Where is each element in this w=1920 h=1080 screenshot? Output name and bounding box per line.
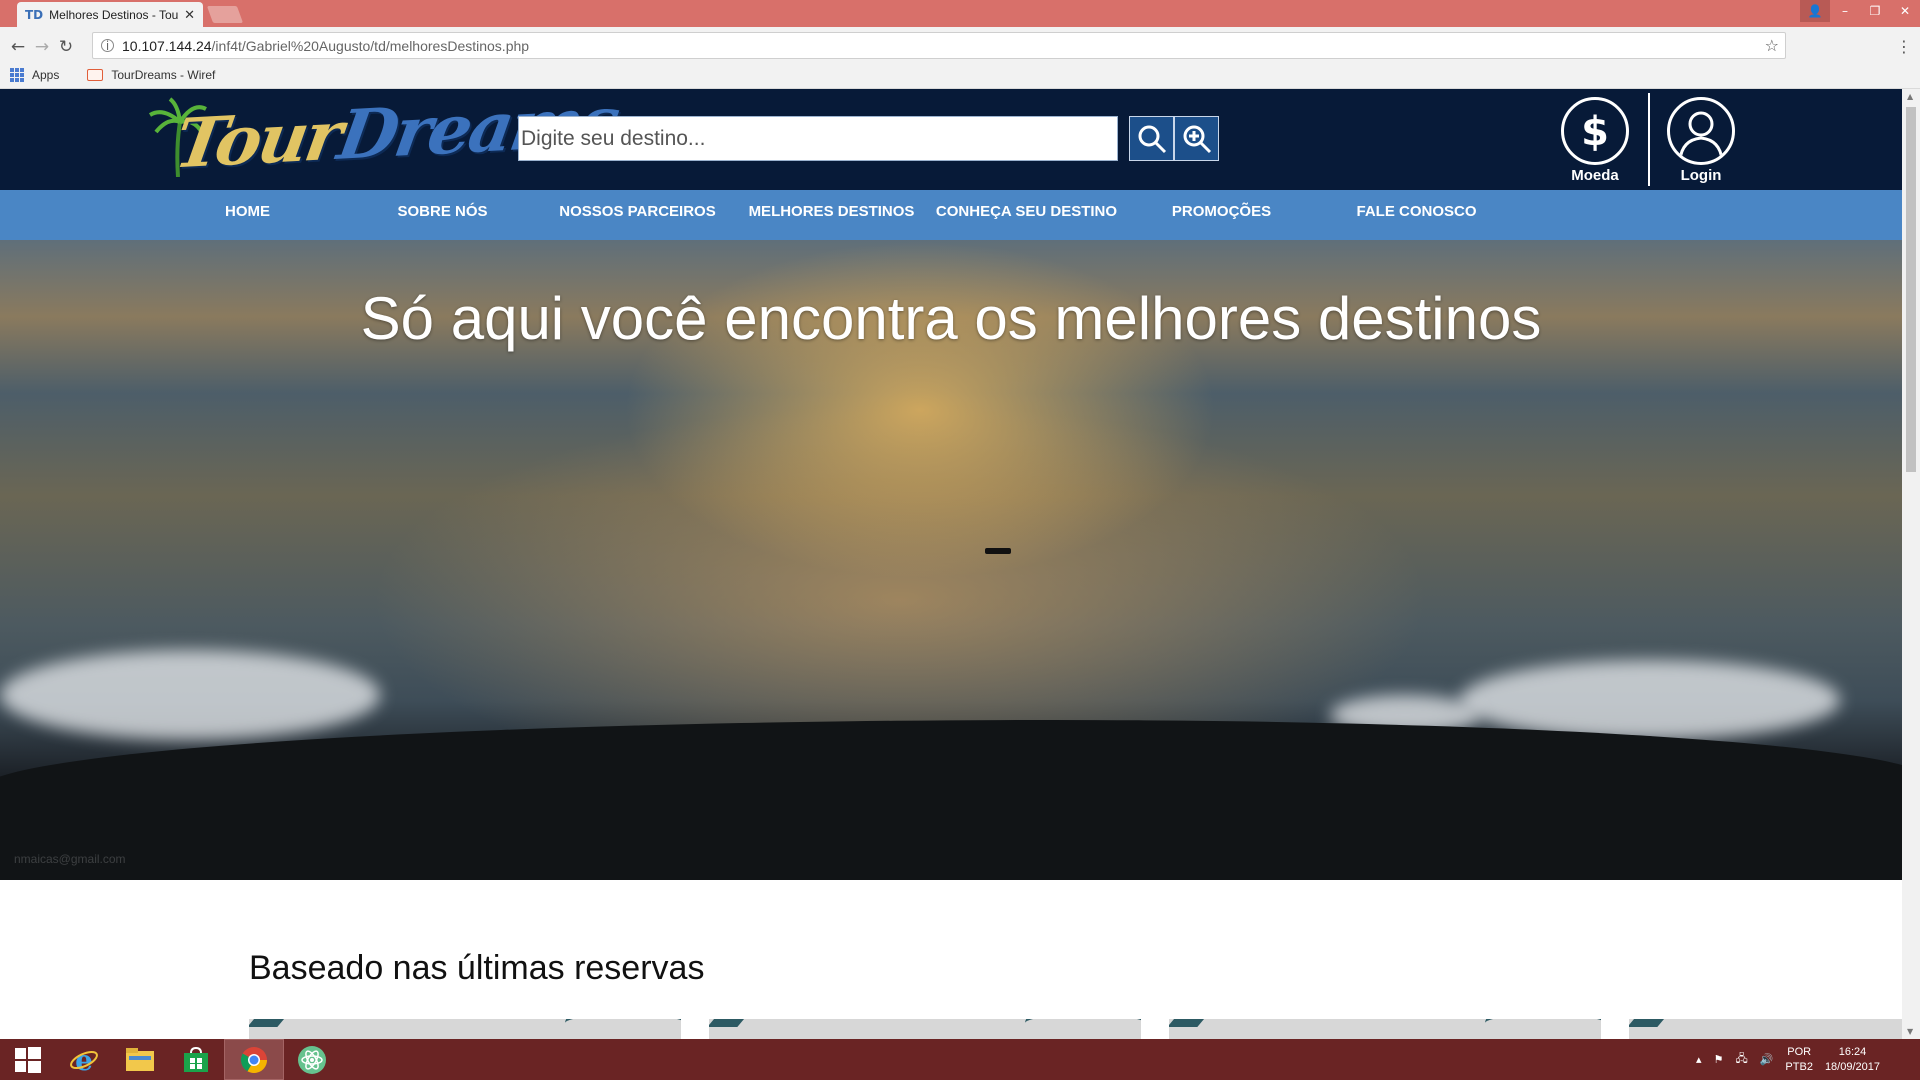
language-code: POR [1787,1045,1812,1058]
site-header: TourDreams Digite seu destino... $ Moeda [0,89,1902,190]
currency-button[interactable]: $ Moeda [1559,97,1631,184]
address-bar[interactable]: i 10.107.144.24 /inf4t/Gabriel%20Augusto… [92,32,1786,59]
destination-search-input[interactable]: Digite seu destino... [518,116,1118,161]
minimize-icon[interactable]: – [1830,0,1860,22]
language-indicator[interactable]: POR PTB2 [1785,1045,1813,1075]
boat-silhouette [985,548,1011,554]
search-button[interactable] [1129,116,1174,161]
browser-tab[interactable]: TD Melhores Destinos - Tou ✕ [17,2,203,27]
tourdreams-favicon-icon: TD [25,7,44,22]
bookmark-star-icon[interactable]: ☆ [1765,36,1779,55]
login-label: Login [1680,167,1722,184]
apps-grid-icon [10,68,24,82]
destination-card[interactable] [1169,1019,1601,1039]
reload-icon[interactable]: ↻ [54,37,78,57]
windows-start-icon[interactable] [0,1039,56,1080]
nav-sobre-nos[interactable]: SOBRE NÓS [345,190,540,240]
zoom-in-icon [1183,125,1211,153]
destination-card[interactable] [709,1019,1141,1039]
scroll-up-icon[interactable]: ▲ [1907,92,1913,101]
bookmarks-bar: Apps TourDreams - Wiref [0,62,1920,89]
chrome-icon[interactable] [224,1039,284,1080]
clock-time: 16:24 [1838,1045,1867,1058]
tab-title: Melhores Destinos - Tou [49,7,179,22]
internet-explorer-icon[interactable]: e [56,1039,112,1080]
bookmark-label: TourDreams - Wiref [111,68,216,82]
currency-label: Moeda [1571,167,1619,184]
section-title: Baseado nas últimas reservas [249,949,705,987]
destination-card[interactable] [249,1019,681,1039]
tourdreams-logo[interactable]: TourDreams [148,89,622,185]
login-button[interactable]: Login [1665,97,1737,184]
atom-icon[interactable] [284,1039,340,1080]
page-scrollbar[interactable]: ▲ ▼ [1902,89,1920,1039]
hero-title: Só aqui você encontra os melhores destin… [360,285,1542,352]
bookmark-apps[interactable]: Apps [10,68,59,82]
hero-cloud [0,650,380,740]
nav-nossos-parceiros[interactable]: NOSSOS PARCEIROS [540,190,735,240]
bookmark-label: Apps [32,68,60,82]
back-arrow-icon[interactable]: ← [6,37,30,57]
url-host: 10.107.144.24 [122,37,212,54]
nav-melhores-destinos[interactable]: MELHORES DESTINOS [734,190,929,240]
nav-home[interactable]: HOME [150,190,345,240]
nav-promocoes[interactable]: PROMOÇÕES [1124,190,1319,240]
nav-fale-conosco[interactable]: FALE CONOSCO [1319,190,1514,240]
store-icon[interactable] [168,1039,224,1080]
bookmark-page-icon [87,69,104,81]
bookmark-tourdreams[interactable]: TourDreams - Wiref [69,68,215,82]
hero-coastline [0,720,1902,880]
windows-taskbar: e ▴ ⚑ 🖧 🔊 POR PTB2 16:24 18/09/2017 [0,1039,1920,1080]
volume-icon[interactable]: 🔊 [1760,1053,1774,1066]
dollar-icon: $ [1561,97,1629,165]
file-explorer-icon[interactable] [112,1039,168,1080]
taskbar-clock[interactable]: 16:24 18/09/2017 [1825,1045,1880,1075]
hero-banner: Só aqui você encontra os melhores destin… [0,240,1902,880]
logo-word-tour: Tour [169,96,346,185]
hero-watermark: nmaicas@gmail.com [14,852,126,866]
user-icon [1667,97,1735,165]
advanced-search-button[interactable] [1174,116,1219,161]
main-nav: HOME SOBRE NÓS NOSSOS PARCEIROS MELHORES… [0,190,1902,240]
scroll-down-icon[interactable]: ▼ [1907,1027,1913,1036]
url-path: /inf4t/Gabriel%20Augusto/td/melhoresDest… [211,37,530,54]
header-divider [1648,93,1650,186]
profile-icon[interactable]: 👤 [1800,0,1830,22]
action-center-flag-icon[interactable]: ⚑ [1714,1053,1724,1066]
web-page: TourDreams Digite seu destino... $ Moeda [0,89,1902,1039]
address-toolbar: ← → ↻ i 10.107.144.24 /inf4t/Gabriel%20A… [0,27,1920,67]
clock-date: 18/09/2017 [1824,1060,1880,1073]
new-tab-button[interactable] [206,6,244,23]
close-window-icon[interactable]: ✕ [1890,0,1920,22]
keyboard-layout: PTB2 [1785,1060,1813,1073]
hero-cloud [1460,660,1840,740]
destination-card[interactable] [1629,1019,1902,1039]
scrollbar-thumb[interactable] [1906,107,1916,472]
window-controls: 👤 – ❐ ✕ [1800,0,1920,22]
info-icon[interactable]: i [101,39,114,53]
browser-menu-icon[interactable]: ⋮ [1896,37,1912,56]
nav-conheca-seu-destino[interactable]: CONHEÇA SEU DESTINO [929,190,1124,240]
show-hidden-icons-icon[interactable]: ▴ [1696,1053,1702,1066]
restore-icon[interactable]: ❐ [1860,0,1890,22]
system-tray: ▴ ⚑ 🖧 🔊 POR PTB2 16:24 18/09/2017 [1696,1039,1920,1080]
svg-text:$: $ [1581,109,1609,153]
forward-arrow-icon[interactable]: → [30,37,54,57]
browser-titlebar: TD Melhores Destinos - Tou ✕ 👤 – ❐ ✕ [0,0,1920,27]
network-icon[interactable]: 🖧 [1735,1050,1747,1069]
svg-text:e: e [75,1045,93,1075]
close-tab-icon[interactable]: ✕ [184,7,195,23]
search-icon [1138,125,1166,153]
